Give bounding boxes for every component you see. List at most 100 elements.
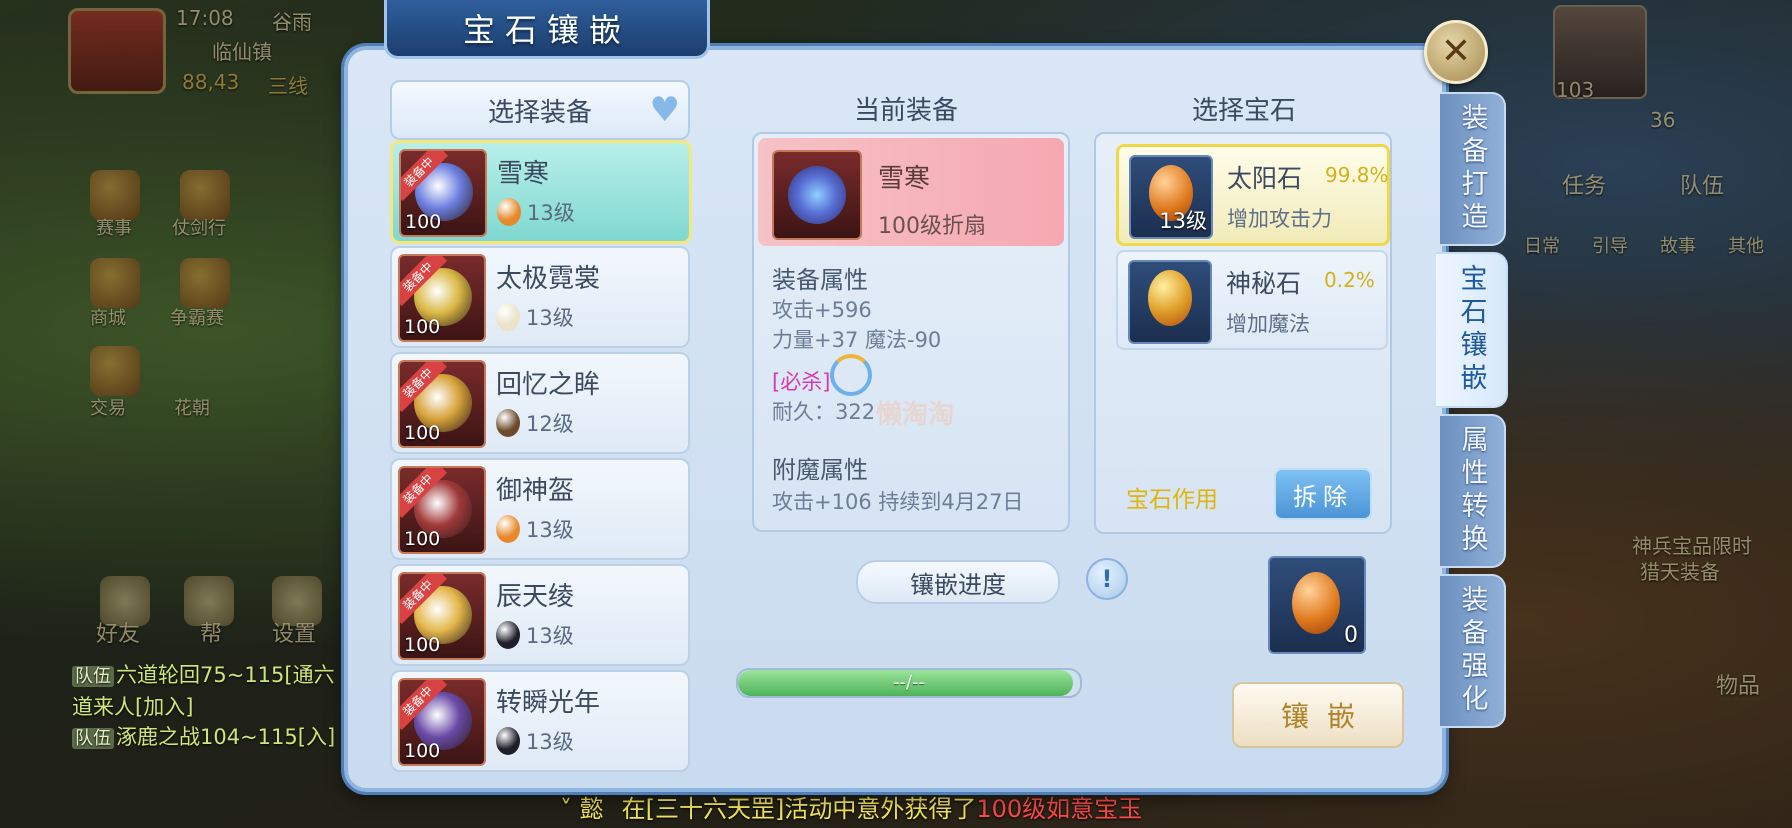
equip-gem-level: 12级 <box>526 412 574 436</box>
equip-gem-level: 13级 <box>527 201 575 225</box>
close-button[interactable]: ✕ <box>1424 20 1488 84</box>
inlay-button[interactable]: 镶嵌 <box>1232 682 1404 748</box>
equip-gem-info: 13级 <box>496 726 574 756</box>
mystery-stone-icon <box>1128 260 1212 344</box>
sunstone-icon <box>1292 572 1340 634</box>
watermark: 懒淘淘 <box>876 400 955 430</box>
panel-title: 宝石镶嵌 <box>462 11 631 49</box>
inlay-progress-label: 镶嵌进度 <box>856 560 1060 604</box>
equip-list-item[interactable]: 装备中 100 雪寒 13级 <box>390 140 692 244</box>
equip-list-item[interactable]: 装备中 100 转瞬光年 13级 <box>390 670 690 772</box>
equip-list-item[interactable]: 装备中 100 辰天绫 13级 <box>390 564 690 666</box>
tab-label: 装备打造 <box>1456 103 1488 235</box>
select-gem-title: 选择宝石 <box>1192 96 1297 126</box>
durability: 耐久：322 <box>772 400 876 424</box>
equip-level: 100 <box>404 740 441 762</box>
equip-gem-info: 12级 <box>496 408 574 438</box>
equip-level: 100 <box>404 316 441 338</box>
current-equip-name: 雪寒 <box>878 164 931 194</box>
equip-gem-level: 13级 <box>526 624 574 648</box>
loading-spinner-icon <box>830 354 872 396</box>
remove-gem-button[interactable]: 拆除 <box>1274 468 1372 520</box>
tab-equip-forge[interactable]: 装备打造 <box>1440 92 1506 246</box>
equip-name: 雪寒 <box>497 159 550 189</box>
gem-name: 神秘石 <box>1226 269 1302 298</box>
special-skill: [必杀] <box>772 370 831 394</box>
filter-heart-icon[interactable]: ♥ <box>650 90 680 130</box>
equip-icon: 装备中 100 <box>398 360 486 448</box>
gem-dot-icon <box>496 409 520 437</box>
equip-icon: 装备中 100 <box>398 678 486 766</box>
inlay-progress-bar: --/-- <box>736 668 1082 698</box>
equip-list-item[interactable]: 装备中 100 太极霓裳 13级 <box>390 246 690 348</box>
gem-slot[interactable]: 0 <box>1268 556 1366 654</box>
equip-gem-info: 13级 <box>496 514 574 544</box>
gem-level: 13级 <box>1159 209 1207 233</box>
chat-text: 涿鹿之战104~115[入] <box>116 725 336 749</box>
gem-rate: 99.8% <box>1325 163 1389 187</box>
close-icon: ✕ <box>1440 31 1472 72</box>
chat-tag: 队伍 <box>72 666 114 687</box>
chat-panel[interactable]: 队伍 六道轮回75~115[通六道来人[加入] 队伍 涿鹿之战104~115[入] <box>72 660 342 754</box>
fan-icon <box>788 166 846 224</box>
ticker-b: [三十六天罡] <box>645 795 785 823</box>
ticker-d: 100级如意宝玉 <box>976 795 1143 823</box>
gem-desc: 增加攻击力 <box>1227 207 1332 231</box>
equip-gem-level: 13级 <box>526 518 574 542</box>
inlay-label: 镶嵌 <box>1280 700 1373 733</box>
attr-title: 装备属性 <box>772 266 868 294</box>
equip-icon: 装备中 100 <box>398 572 486 660</box>
tab-equip-enhance[interactable]: 装备强化 <box>1440 574 1506 728</box>
progress-text: --/-- <box>892 672 926 693</box>
current-equip-type: 100级折扇 <box>878 214 986 239</box>
equip-name: 回忆之眸 <box>496 370 601 400</box>
current-equip-icon <box>772 150 862 240</box>
equip-icon: 装备中 100 <box>398 466 486 554</box>
current-equip-header: 雪寒 100级折扇 <box>758 138 1064 246</box>
attr-line-1: 攻击+596 <box>772 298 872 322</box>
gem-dot-icon <box>496 621 520 649</box>
gem-effect-link[interactable]: 宝石作用 <box>1126 480 1218 514</box>
equip-name: 转瞬光年 <box>496 688 601 718</box>
gem-item-mystery-stone[interactable]: 神秘石 0.2% 增加魔法 <box>1116 250 1388 350</box>
attr-line-2: 力量+37 魔法-90 <box>772 328 942 352</box>
broadcast-ticker: ˅ 懿在[三十六天罡]活动中意外获得了100级如意宝玉 <box>560 789 1142 824</box>
gem-dot-icon <box>496 727 520 755</box>
gem-dot-icon <box>496 303 520 331</box>
equip-gem-level: 13级 <box>526 306 574 330</box>
progress-label-text: 镶嵌进度 <box>910 570 1006 599</box>
sunstone-icon: 13级 <box>1129 155 1213 239</box>
tab-attr-convert[interactable]: 属性转换 <box>1440 414 1506 568</box>
current-equip-card: 雪寒 100级折扇 装备属性 攻击+596 力量+37 魔法-90 [必杀] 耐… <box>752 132 1070 532</box>
equip-level: 100 <box>404 634 441 656</box>
equip-gem-info: 13级 <box>496 302 574 332</box>
chat-tag: 队伍 <box>72 728 114 749</box>
chat-line: 队伍 六道轮回75~115[通六道来人[加入] <box>72 660 342 722</box>
equip-gem-info: 13级 <box>496 620 574 650</box>
gem-desc: 增加魔法 <box>1226 312 1310 336</box>
ticker-c: 活动中意外获得了 <box>784 795 977 823</box>
equip-name: 辰天绫 <box>496 582 575 612</box>
equip-list-item[interactable]: 装备中 100 御神盔 13级 <box>390 458 690 560</box>
ticker-prefix: ˅ 懿 <box>560 795 604 823</box>
equip-icon: 装备中 100 <box>399 149 487 237</box>
enchant-line: 攻击+106 持续到4月27日 <box>772 490 1024 514</box>
remove-label: 拆除 <box>1293 482 1353 511</box>
gem-dot-icon <box>497 198 521 226</box>
equip-gem-level: 13级 <box>526 730 574 754</box>
tab-gem-inlay[interactable]: 宝石镶嵌 <box>1436 252 1508 408</box>
equip-list-header[interactable]: 选择装备 ♥ <box>390 80 690 140</box>
gem-slot-count: 0 <box>1344 623 1358 648</box>
equip-list-title: 选择装备 <box>487 97 592 128</box>
equip-icon: 装备中 100 <box>398 254 486 342</box>
current-equip-title: 当前装备 <box>854 96 959 126</box>
tab-label: 属性转换 <box>1456 425 1488 557</box>
ticker-a: 在 <box>621 795 646 823</box>
gem-name: 太阳石 <box>1227 164 1303 193</box>
equip-name: 太极霓裳 <box>496 264 601 294</box>
equip-list-item[interactable]: 装备中 100 回忆之眸 12级 <box>390 352 690 454</box>
gem-item-sunstone[interactable]: 13级 太阳石 99.8% 增加攻击力 <box>1116 144 1390 246</box>
enchant-title: 附魔属性 <box>772 456 868 484</box>
help-icon[interactable]: ! <box>1086 558 1128 600</box>
gem-dot-icon <box>496 515 520 543</box>
